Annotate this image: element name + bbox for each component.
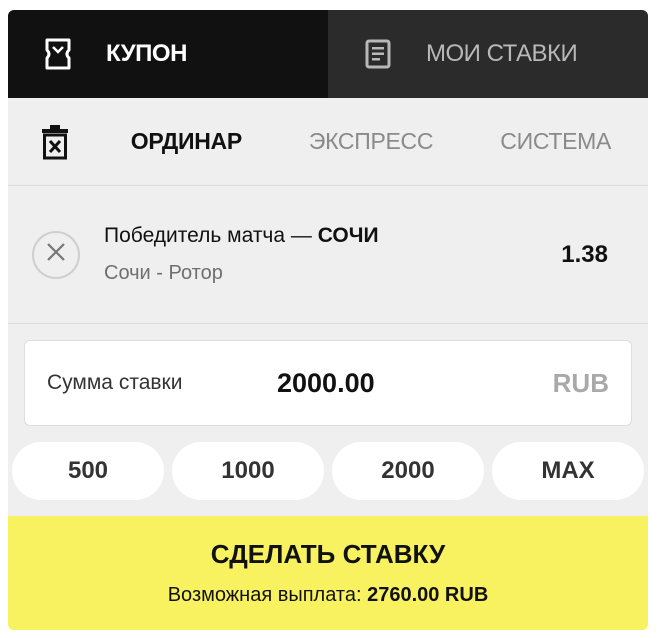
bet-type-express[interactable]: ЭКСПРЕСС bbox=[279, 128, 464, 155]
quick-amount-max[interactable]: MAX bbox=[492, 442, 644, 500]
market-name: Победитель матча — bbox=[104, 224, 318, 247]
selection-title: Победитель матча — СОЧИ bbox=[104, 224, 561, 248]
payout-value: 2760.00 RUB bbox=[367, 584, 489, 606]
trash-icon[interactable] bbox=[40, 122, 70, 162]
stake-label: Сумма ставки bbox=[47, 371, 183, 394]
quick-amount-500[interactable]: 500 bbox=[12, 442, 164, 500]
quick-amount-1000[interactable]: 1000 bbox=[172, 442, 324, 500]
event-name: Сочи - Ротор bbox=[104, 262, 223, 284]
bet-type-single[interactable]: ОРДИНАР bbox=[94, 128, 279, 155]
quick-amounts: 500 1000 2000 MAX bbox=[12, 442, 644, 500]
bet-type-bar: ОРДИНАР ЭКСПРЕСС СИСТЕМА bbox=[8, 98, 648, 186]
place-bet-button[interactable]: СДЕЛАТЬ СТАВКУ Возможная выплата: 2760.0… bbox=[8, 516, 648, 630]
possible-payout: Возможная выплата: 2760.00 RUB bbox=[168, 584, 489, 607]
bet-type-system[interactable]: СИСТЕМА bbox=[463, 128, 648, 155]
coupon-icon bbox=[40, 36, 76, 72]
tab-my-bets-label: МОИ СТАВКИ bbox=[426, 40, 578, 67]
remove-selection-button[interactable] bbox=[32, 230, 80, 279]
stake-input[interactable]: Сумма ставки 2000.00 RUB bbox=[24, 340, 632, 426]
tab-coupon-label: КУПОН bbox=[106, 40, 187, 67]
place-bet-label: СДЕЛАТЬ СТАВКУ bbox=[210, 539, 446, 569]
tab-coupon[interactable]: КУПОН bbox=[8, 10, 328, 98]
quick-amount-2000[interactable]: 2000 bbox=[332, 442, 484, 500]
selection-text: Победитель матча — СОЧИ Сочи - Ротор bbox=[104, 224, 561, 285]
document-icon bbox=[360, 36, 396, 72]
stake-value[interactable]: 2000.00 bbox=[277, 368, 553, 399]
selection-row: Победитель матча — СОЧИ Сочи - Ротор 1.3… bbox=[8, 186, 648, 324]
close-icon bbox=[46, 242, 66, 267]
top-tabs: КУПОН МОИ СТАВКИ bbox=[8, 10, 648, 98]
outcome-name: СОЧИ bbox=[317, 224, 379, 247]
stake-currency: RUB bbox=[552, 367, 609, 398]
tab-my-bets[interactable]: МОИ СТАВКИ bbox=[328, 10, 648, 98]
bet-slip: КУПОН МОИ СТАВКИ ОРДИНАР ЭКСПРЕСС СИСТЕМ… bbox=[8, 10, 648, 630]
odds-value: 1.38 bbox=[561, 240, 608, 268]
payout-label: Возможная выплата: bbox=[167, 584, 368, 606]
